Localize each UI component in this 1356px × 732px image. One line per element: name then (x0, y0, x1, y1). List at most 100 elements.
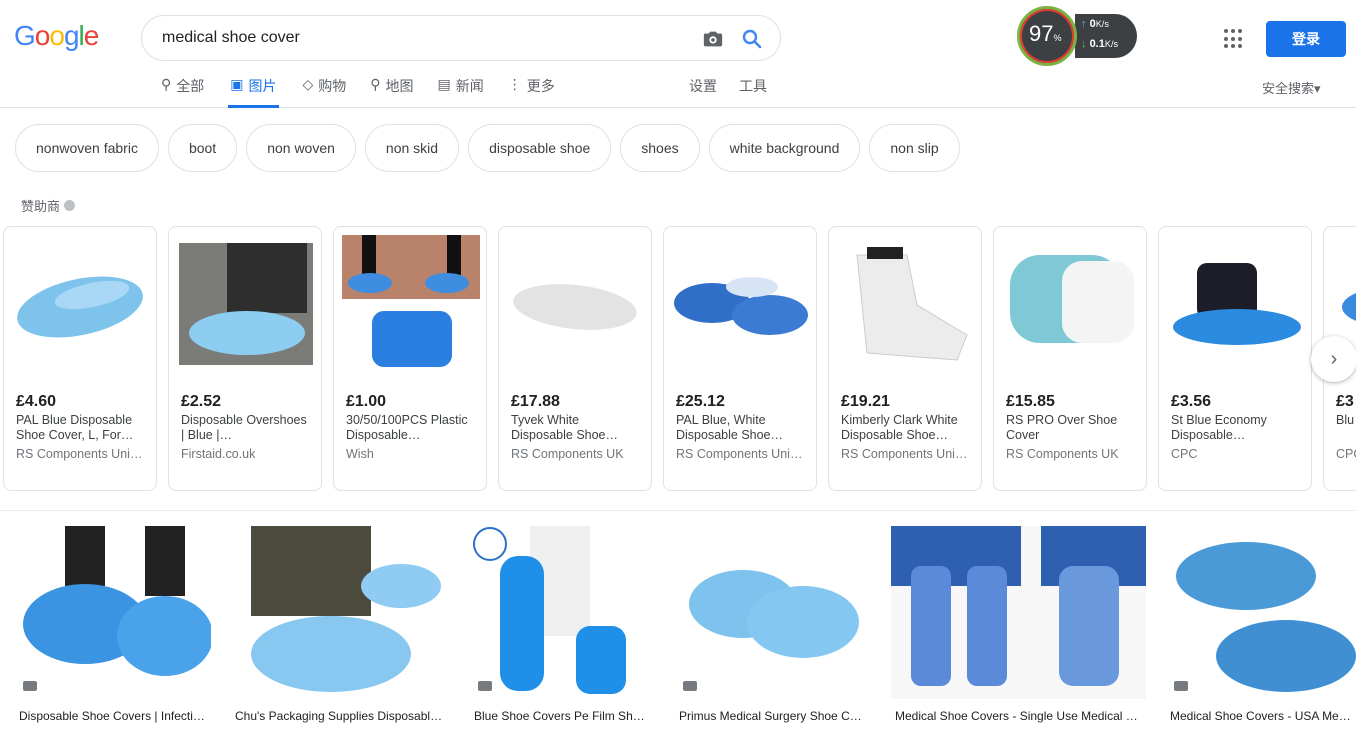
tab-all[interactable]: ⚲ 全部 (161, 74, 204, 108)
tab-images[interactable]: ▣ 图片 (228, 74, 279, 108)
product-title: Disposable Overshoes | Blue |… (181, 413, 307, 442)
chip[interactable]: boot (167, 124, 238, 172)
upload-speed: ↑ 0K/s (1081, 18, 1109, 30)
chip[interactable]: non woven (246, 124, 356, 172)
chip[interactable]: non slip (869, 124, 960, 172)
chip[interactable]: disposable shoe (468, 124, 612, 172)
product-image (1002, 235, 1140, 375)
product-title: Tyvek White Disposable Shoe… (511, 413, 619, 442)
news-icon: ▤ (437, 76, 451, 92)
product-card[interactable]: £3.56 St Blue Economy Disposable… CPC (1158, 226, 1312, 491)
product-price: £15.85 (1006, 393, 1055, 410)
download-value: 0.1 (1089, 38, 1105, 50)
chip[interactable]: non skid (364, 124, 460, 172)
logo-letter: o (34, 20, 51, 51)
image-result[interactable]: Blue Shoe Covers Pe Film Sho… (470, 526, 655, 732)
image-icon: ▣ (230, 76, 244, 92)
product-image (1167, 235, 1305, 375)
tab-maps[interactable]: ⚲ 地图 (370, 74, 413, 108)
header: Google medical shoe cover ⚲ 全部 ▣ 图片 ◇ 购物 ⚲ 地… (0, 0, 1356, 108)
tab-label: 购物 (318, 78, 347, 94)
chip[interactable]: white background (708, 124, 861, 172)
product-card[interactable]: £17.88 Tyvek White Disposable Shoe… RS C… (498, 226, 652, 491)
product-store: Wish (346, 447, 374, 461)
tab-label: 更多 (526, 78, 555, 94)
google-logo[interactable]: Google (14, 20, 99, 52)
download-speed: ↓ 0.1K/s (1081, 38, 1118, 50)
arrow-up-icon: ↑ (1081, 18, 1087, 30)
more-icon: ⋮ (507, 76, 522, 92)
product-price: £3 (1336, 393, 1354, 410)
upload-unit: K/s (1095, 19, 1109, 29)
result-image (470, 526, 655, 699)
product-price: £25.12 (676, 393, 725, 410)
product-title: RS PRO Over Shoe Cover (1006, 413, 1118, 442)
tab-label: 全部 (176, 78, 205, 94)
product-card[interactable]: £15.85 RS PRO Over Shoe Cover RS Compone… (993, 226, 1147, 491)
image-result[interactable]: Primus Medical Surgery Shoe C… (675, 526, 871, 732)
related-chips: nonwoven fabric boot non woven non skid … (15, 124, 969, 172)
tab-news[interactable]: ▤ 新闻 (438, 74, 484, 108)
camera-icon[interactable] (702, 28, 724, 50)
apps-grid-icon[interactable] (1224, 29, 1244, 49)
search-box[interactable]: medical shoe cover (141, 15, 781, 61)
result-image (891, 526, 1146, 699)
image-result[interactable]: Medical Shoe Covers - Single Use Medical… (891, 526, 1146, 732)
product-card[interactable]: £19.21 Kimberly Clark White Disposable S… (828, 226, 982, 491)
product-card[interactable]: £25.12 PAL Blue, White Disposable Shoe… … (663, 226, 817, 491)
product-price: £4.60 (16, 393, 57, 410)
tab-shopping[interactable]: ◇ 购物 (303, 74, 347, 108)
download-unit: K/s (1104, 39, 1119, 49)
tag-icon (1174, 681, 1188, 691)
product-image (837, 235, 975, 375)
tab-label: 图片 (248, 78, 277, 94)
product-title: St Blue Economy Disposable… (1171, 413, 1267, 442)
image-results: Disposable Shoe Covers | Infecti… Chu's … (0, 526, 1356, 732)
image-result[interactable]: Chu's Packaging Supplies Disposabl… (231, 526, 450, 732)
tab-label: 新闻 (455, 78, 484, 94)
tab-more[interactable]: ⋮ 更多 (508, 74, 555, 108)
result-image (15, 526, 211, 699)
product-carousel: £4.60 PAL Blue Disposable Shoe Cover, L,… (3, 226, 1356, 492)
search-input[interactable]: medical shoe cover (162, 29, 300, 47)
product-image (672, 235, 810, 375)
product-store: RS Components Uni… (841, 447, 968, 461)
sponsored-label: 赞助商 (21, 196, 76, 215)
image-result[interactable]: Medical Shoe Covers - USA Me… (1166, 526, 1356, 732)
logo-letter: o (49, 20, 65, 51)
logo-letter: g (63, 20, 80, 51)
result-caption: Disposable Shoe Covers | Infecti… (19, 709, 205, 723)
tag-icon (478, 681, 492, 691)
search-icon[interactable] (740, 27, 764, 51)
login-button[interactable]: 登录 (1266, 21, 1346, 57)
chevron-right-icon[interactable]: › (1311, 336, 1356, 382)
percent-value: 97 (1029, 21, 1054, 46)
image-result[interactable]: Disposable Shoe Covers | Infecti… (15, 526, 211, 732)
chip[interactable]: shoes (620, 124, 700, 172)
info-icon[interactable] (64, 200, 76, 211)
search-icon: ⚲ (161, 76, 172, 92)
product-title: Kimberly Clark White Disposable Shoe… (841, 413, 958, 442)
result-image (1166, 526, 1356, 699)
chip[interactable]: nonwoven fabric (15, 124, 159, 172)
product-card[interactable]: £2.52 Disposable Overshoes | Blue |… Fir… (168, 226, 322, 491)
product-price: £1.00 (346, 393, 387, 410)
tools-link[interactable]: 工具 (739, 76, 767, 96)
arrow-down-icon: ↓ (1081, 38, 1087, 50)
product-title: Blu Ove (1336, 413, 1356, 427)
product-card[interactable]: £4.60 PAL Blue Disposable Shoe Cover, L,… (3, 226, 157, 491)
result-caption: Chu's Packaging Supplies Disposabl… (235, 709, 443, 723)
product-store: RS Components Uni… (676, 447, 803, 461)
product-store: RS Components UK (511, 447, 624, 461)
safe-search-dropdown[interactable]: 安全搜索▾ (1262, 78, 1321, 97)
settings-link[interactable]: 设置 (689, 76, 717, 96)
product-card[interactable]: £1.00 30/50/100PCS Plastic Disposable… W… (333, 226, 487, 491)
result-caption: Primus Medical Surgery Shoe C… (679, 709, 862, 723)
tag-icon (23, 681, 37, 691)
speed-panel: ↑ 0K/s ↓ 0.1K/s (1075, 14, 1137, 58)
search-tabs: ⚲ 全部 ▣ 图片 ◇ 购物 ⚲ 地图 ▤ 新闻 ⋮ 更多 (161, 74, 579, 108)
logo-letter: G (14, 20, 36, 51)
sponsored-text: 赞助商 (21, 199, 61, 214)
result-caption: Medical Shoe Covers - USA Me… (1170, 709, 1351, 723)
result-caption: Blue Shoe Covers Pe Film Sho… (474, 709, 651, 723)
